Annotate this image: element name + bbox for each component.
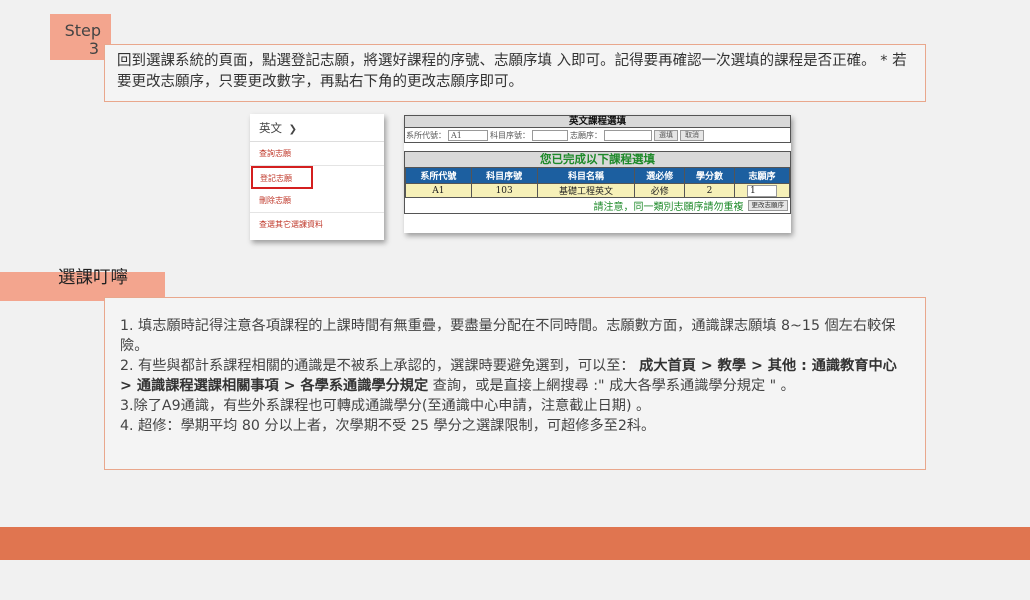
table-row: A1 103 基礎工程英文 必修 2 1 (405, 183, 791, 198)
menu-header-label: 英文 (259, 121, 282, 135)
course-label: 科目序號： (490, 130, 530, 140)
cancel-button[interactable]: 取消 (680, 129, 704, 141)
col-preference: 志願序 (733, 167, 791, 184)
duplicate-note: 請注意，同一類別志願序請勿重複 (593, 202, 744, 213)
submit-button[interactable]: 選填 (654, 129, 678, 141)
form-input-row: 系所代號： A1 科目序號： 志願序： 選填 取消 (404, 128, 791, 143)
col-credits: 學分數 (684, 167, 735, 184)
step-label: Step (64, 21, 101, 40)
cell-course-name: 基礎工程英文 (536, 183, 636, 198)
menu-item-delete[interactable]: 刪除志願 (250, 189, 384, 213)
form-title: 英文課程選填 (404, 115, 791, 128)
reminders-title: 選課叮嚀 (58, 268, 128, 288)
menu-item-register[interactable]: 登記志願 (251, 165, 313, 189)
dept-input[interactable]: A1 (448, 129, 488, 141)
step-tag: Step 3 (50, 14, 111, 60)
reminder-3: 3.除了A9通識，有些外系課程也可轉成通識學分(至通識中心申請，注意截止日期) … (120, 398, 651, 414)
cell-preference[interactable]: 1 (733, 183, 791, 198)
col-dept: 系所代號 (405, 167, 472, 184)
course-table: 系所代號 科目序號 科目名稱 選必修 學分數 志願序 A1 103 基礎工程英文… (405, 167, 791, 198)
step-number: 3 (88, 39, 99, 58)
cell-dept: A1 (405, 183, 472, 198)
chevron-down-icon: ❯ (288, 124, 298, 135)
course-form-screenshot: 英文課程選填 系所代號： A1 科目序號： 志願序： 選填 取消 您已完成以下課… (404, 115, 791, 233)
dept-label: 系所代號： (406, 130, 446, 140)
note-row: 請注意，同一類別志願序請勿重複 更改志願序 (405, 198, 790, 213)
table-header-row: 系所代號 科目序號 科目名稱 選必修 學分數 志願序 (405, 167, 791, 184)
cell-course-no: 103 (470, 183, 538, 198)
step-instructions: 回到選課系統的頁面，點選登記志願，將選好課程的序號、志願序填 入即可。記得要再確… (104, 44, 926, 102)
cell-required: 必修 (634, 183, 686, 198)
reminders-box: 1. 填志願時記得注意各項課程的上課時間有無重疊，要盡量分配在不同時間。志願數方… (104, 297, 926, 470)
course-menu-screenshot: 英文 ❯ 查詢志願 登記志願 刪除志願 查選其它選課資料 (250, 114, 384, 240)
change-preference-button[interactable]: 更改志願序 (747, 200, 788, 211)
preference-input[interactable]: 1 (746, 184, 777, 197)
menu-header[interactable]: 英文 ❯ (250, 114, 384, 142)
reminder-2-text-c: 查詢，或是直接上網搜尋 :" 成大各學系通識學分規定 " 。 (428, 378, 795, 394)
reminder-2: 2. 有些與都計系課程相關的通識是不被系上承認的，選課時要避免選到，可以至： 成… (120, 356, 909, 396)
reminder-4: 4. 超修：學期平均 80 分以上者，次學期不受 25 學分之選課限制，可超修多… (120, 418, 656, 434)
col-course-name: 科目名稱 (536, 167, 636, 184)
reminder-1: 1. 填志願時記得注意各項課程的上課時間有無重疊，要盡量分配在不同時間。志願數方… (120, 318, 896, 354)
pref-label: 志願序： (570, 130, 602, 140)
footer-bar (0, 527, 1030, 560)
completed-title: 您已完成以下課程選填 (405, 152, 790, 167)
pref-input[interactable] (604, 129, 652, 141)
course-input[interactable] (532, 129, 568, 141)
menu-item-other[interactable]: 查選其它選課資料 (250, 213, 384, 237)
cell-credits: 2 (684, 183, 735, 198)
col-course-no: 科目序號 (470, 167, 538, 184)
col-required: 選必修 (634, 167, 686, 184)
menu-item-query[interactable]: 查詢志願 (250, 142, 384, 166)
reminder-2-text-a: 2. 有些與都計系課程相關的通識是不被系上承認的，選課時要避免選到，可以至： (120, 358, 640, 374)
completed-courses: 您已完成以下課程選填 系所代號 科目序號 科目名稱 選必修 學分數 志願序 A1… (404, 151, 791, 214)
